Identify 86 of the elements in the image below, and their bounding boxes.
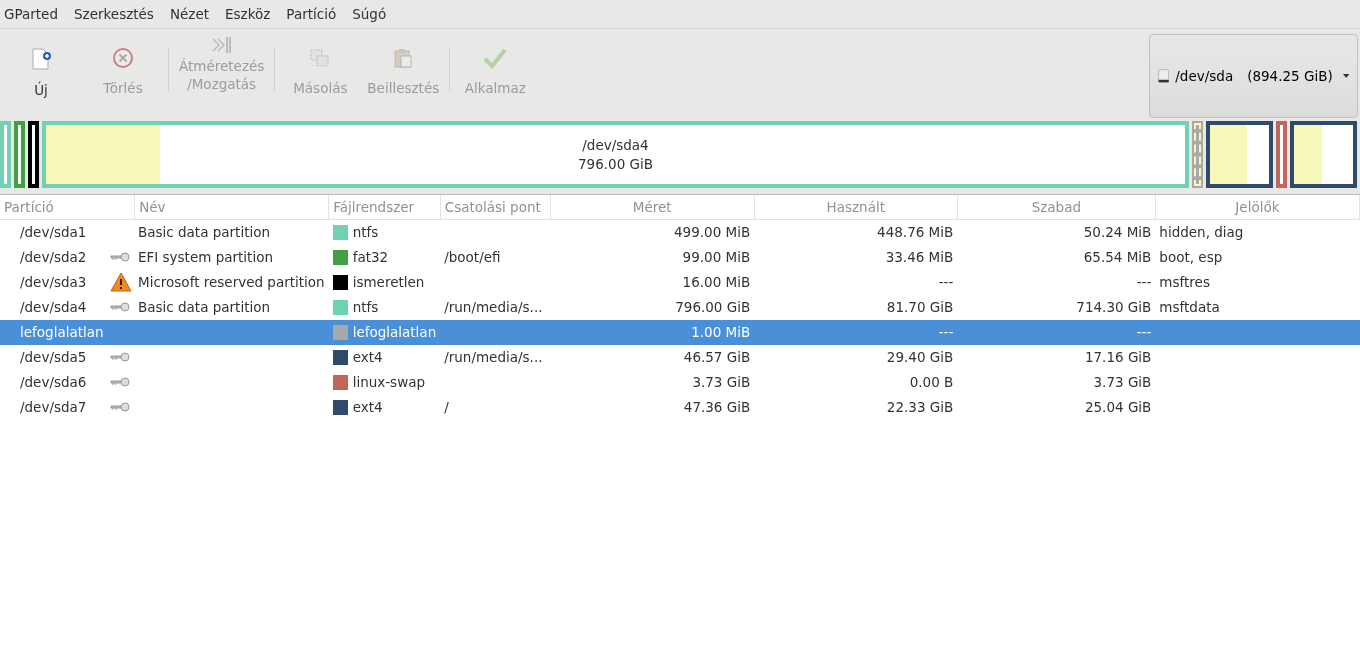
partition-name: /dev/sda6 (19, 373, 88, 393)
mount-point: /run/media/s... (444, 349, 543, 366)
size-cell: 99.00 MiB (682, 249, 751, 266)
table-row[interactable]: /dev/sda1 Basic data partition ntfs 499.00 MiB 448.76 MiB 50.24 MiB hidden, diag (0, 219, 1360, 245)
size-cell: 16.00 MiB (682, 274, 751, 291)
resize-icon (210, 35, 233, 55)
segment-size: 796.00 GiB (578, 154, 653, 174)
used-cell: 29.40 GiB (886, 349, 954, 366)
free-cell: --- (1136, 324, 1152, 341)
partition-segment[interactable]: /dev/sda4 796.00 GiB (42, 121, 1189, 188)
filesystem-type: fat32 (352, 249, 389, 266)
free-cell: 3.73 GiB (1093, 374, 1152, 391)
free-cell: --- (1136, 274, 1152, 291)
menu-item[interactable]: Szerkesztés (66, 0, 162, 28)
clipboard-icon (392, 47, 415, 69)
filesystem-type: lefoglalatlan (352, 324, 437, 341)
partition-name: /dev/sda4 (19, 298, 88, 318)
menu-item[interactable]: Eszköz (217, 0, 279, 28)
partition-name: lefoglalatlan (19, 323, 105, 343)
new-file-icon (30, 47, 52, 71)
partition-segment[interactable] (28, 121, 39, 188)
table-row[interactable]: /dev/sda3 Microsoft reserved partition ismeretlen 16.00 MiB --- --- msftres (0, 269, 1360, 295)
table-row[interactable]: /dev/sda6 linux-swap 3.73 GiB 0.00 B 3.73 GiB (0, 369, 1360, 395)
partition-name: /dev/sda7 (19, 398, 88, 418)
device-selector[interactable]: /dev/sda (894.25 GiB) (1149, 34, 1358, 118)
mount-point: / (444, 399, 449, 416)
copy-icon (309, 47, 332, 69)
filesystem-type: ext4 (352, 399, 383, 416)
partition-label: Basic data partition (138, 298, 271, 318)
table-row[interactable]: /dev/sda2 EFI system partition fat32 /boot/efi 99.00 MiB 33.46 MiB 65.54 MiB boot, esp (0, 244, 1360, 270)
partition-name: /dev/sda5 (19, 348, 88, 368)
used-cell: 0.00 B (909, 374, 954, 391)
free-cell: 17.16 GiB (1084, 349, 1152, 366)
table-row[interactable]: /dev/sda7 ext4 / 47.36 GiB 22.33 GiB 25.04 GiB (0, 394, 1360, 420)
mount-point: /boot/efi (444, 249, 501, 266)
key-icon (110, 252, 130, 263)
partition-name: /dev/sda3 (19, 273, 88, 293)
menu-item[interactable]: Nézet (161, 0, 217, 28)
flags-cell: msftres (1159, 274, 1210, 291)
partition-label: Basic data partition (138, 223, 271, 243)
checkmark-icon (483, 47, 508, 69)
free-cell: 50.24 MiB (1083, 224, 1152, 241)
used-cell: 81.70 GiB (886, 299, 954, 316)
used-cell: --- (938, 274, 954, 291)
menu-item[interactable]: GParted (0, 0, 66, 28)
partition-segment[interactable] (1206, 121, 1273, 188)
flags-cell: boot, esp (1159, 249, 1223, 266)
dropdown-arrow-icon (1342, 73, 1349, 79)
size-cell: 499.00 MiB (674, 224, 751, 241)
key-icon (110, 352, 130, 363)
size-cell: 796.00 GiB (675, 299, 751, 316)
mount-point: /run/media/s... (444, 299, 543, 316)
filesystem-type: ntfs (352, 299, 379, 316)
warning-icon (110, 272, 132, 293)
filesystem-type: ismeretlen (352, 274, 425, 291)
toolbar-button[interactable]: Új (0, 29, 82, 99)
flags-cell: hidden, diag (1159, 224, 1244, 241)
filesystem-type: ntfs (352, 224, 379, 241)
menu-item[interactable]: Súgó (344, 0, 395, 28)
used-cell: --- (938, 324, 954, 341)
size-cell: 46.57 GiB (683, 349, 751, 366)
key-icon (110, 302, 130, 313)
partition-label: EFI system partition (138, 248, 273, 268)
filesystem-type: ext4 (352, 349, 383, 366)
partition-name: /dev/sda1 (19, 223, 88, 243)
table-row[interactable]: /dev/sda4 Basic data partition ntfs /run/media/s... 796.00 GiB 81.70 GiB 714.30 GiB msftdata (0, 294, 1360, 320)
size-cell: 47.36 GiB (683, 399, 751, 416)
used-cell: 448.76 MiB (877, 224, 954, 241)
menu-item[interactable]: Partíció (278, 0, 345, 28)
table-row[interactable]: /dev/sda5 ext4 /run/media/s... 46.57 GiB 29.40 GiB 17.16 GiB (0, 344, 1360, 370)
used-cell: 33.46 MiB (885, 249, 954, 266)
size-cell: 3.73 GiB (692, 374, 751, 391)
partition-label: Microsoft reserved partition (138, 273, 325, 293)
filesystem-type: linux-swap (352, 374, 426, 391)
segment-label: /dev/sda4 (582, 135, 649, 155)
flags-cell: msftdata (1159, 299, 1220, 316)
used-cell: 22.33 GiB (886, 399, 954, 416)
free-cell: 714.30 GiB (1076, 299, 1152, 316)
partition-name: /dev/sda2 (19, 248, 88, 268)
free-cell: 25.04 GiB (1084, 399, 1152, 416)
key-icon (110, 377, 130, 388)
delete-icon (112, 47, 134, 69)
size-cell: 1.00 MiB (691, 324, 751, 341)
free-cell: 65.54 MiB (1083, 249, 1152, 266)
key-icon (110, 402, 130, 413)
partition-segment[interactable] (1290, 121, 1357, 188)
